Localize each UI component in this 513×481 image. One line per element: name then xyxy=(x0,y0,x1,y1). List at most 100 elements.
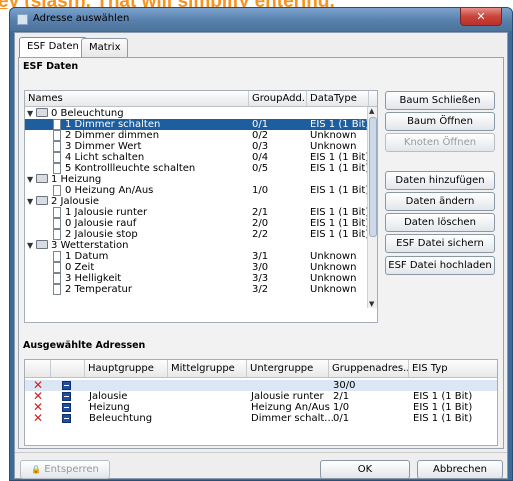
expand-toggle-icon[interactable]: ▼ xyxy=(27,196,33,207)
tree-item-row[interactable]: 0 Zeit 3/0 Unknown xyxy=(25,262,368,273)
close-button[interactable]: ✕ xyxy=(460,8,502,26)
cancel-button[interactable]: Abbrechen xyxy=(417,460,503,479)
tree-row-group-address: 3/0 xyxy=(252,262,269,273)
expand-toggle-icon[interactable]: ▼ xyxy=(27,174,33,185)
document-icon xyxy=(53,262,61,273)
col-untergruppe[interactable]: Untergruppe xyxy=(247,360,329,377)
unlock-button[interactable]: 🔒 Entsperren xyxy=(20,460,110,479)
group-address-icon xyxy=(62,392,71,401)
esf-action-button[interactable]: Knoten Öffnen xyxy=(385,133,495,152)
cell-typ: EIS 1 (1 Bit) xyxy=(413,391,473,402)
tree-item-row[interactable]: 0 Jalousie rauf 2/0 EIS 1 (1 Bit) xyxy=(25,218,370,229)
selected-address-row[interactable]: ✕ Beleuchtung Dimmer schalt... 0/1 EIS 1 (1 … xyxy=(25,412,497,424)
tree-item-row[interactable]: 1 Dimmer schalten 0/1 EIS 1 (1 Bit) xyxy=(25,119,370,130)
tree-folder-row[interactable]: ▼ 2 Jalousie xyxy=(25,196,368,207)
tree-item-row[interactable]: 5 Kontrollleuchte schalten 0/5 EIS 1 (1 Bi… xyxy=(25,163,370,174)
tree-row-datatype: Unknown xyxy=(310,130,357,141)
ok-button[interactable]: OK xyxy=(320,460,410,479)
esf-action-button[interactable]: Daten ändern xyxy=(385,192,495,211)
scroll-down-icon[interactable]: ▼ xyxy=(369,300,374,308)
cell-unter: Jalousie runter xyxy=(251,391,324,402)
tree-row-group-address: 3/1 xyxy=(252,251,269,262)
cell-unter: Heizung An/Aus xyxy=(251,402,330,413)
group-address-icon xyxy=(62,414,71,423)
tree-item-row[interactable]: 1 Jalousie runter 2/1 EIS 1 (1 Bit) xyxy=(25,207,369,218)
document-icon xyxy=(53,218,61,229)
selected-address-row[interactable]: ✕ 30/0 xyxy=(25,379,497,391)
esf-action-button[interactable]: Baum Öffnen xyxy=(385,112,495,131)
col-eis-typ[interactable]: EIS Typ xyxy=(409,360,497,377)
selected-address-row[interactable]: ✕ Heizung Heizung An/Aus 1/0 EIS 1 (1 Bit) xyxy=(25,401,497,413)
tree-folder-row[interactable]: ▼ 1 Heizung xyxy=(25,174,368,185)
tree-row-datatype: EIS 1 (1 Bit) xyxy=(310,119,370,130)
document-icon xyxy=(53,163,61,174)
expand-toggle-icon[interactable]: ▼ xyxy=(27,240,33,251)
esf-action-button[interactable]: Daten hinzufügen xyxy=(385,171,495,190)
document-icon xyxy=(53,229,61,240)
tree-item-row[interactable]: 2 Dimmer dimmen 0/2 Unknown xyxy=(25,130,368,141)
tree-row-name: 1 Heizung xyxy=(51,174,102,185)
tree-row-datatype: EIS 1 (1 Bit) xyxy=(310,163,370,174)
col-mittelgruppe[interactable]: Mittelgruppe xyxy=(168,360,247,377)
dialog-window: Adresse auswählen ✕ ESF Daten Matrix ESF… xyxy=(9,7,513,481)
tree-row-name: 2 Jalousie stop xyxy=(65,229,138,240)
tree-row-datatype: Unknown xyxy=(310,262,357,273)
tree-row-name: 0 Beleuchtung xyxy=(51,108,124,119)
folder-icon xyxy=(36,240,48,249)
tree-item-row[interactable]: 2 Temperatur 3/2 Unknown xyxy=(25,284,368,295)
tree-folder-row[interactable]: ▼ 0 Beleuchtung xyxy=(25,108,368,119)
tree-item-row[interactable]: 2 Jalousie stop 2/2 EIS 1 (1 Bit) xyxy=(25,229,370,240)
tree-folder-row[interactable]: ▼ 3 Wetterstation xyxy=(25,240,368,251)
tree-item-row[interactable]: 4 Licht schalten 0/4 EIS 1 (1 Bit) xyxy=(25,152,370,163)
expand-toggle-icon[interactable]: ▼ xyxy=(27,108,33,119)
tree-item-row[interactable]: 3 Helligkeit 3/3 Unknown xyxy=(25,273,368,284)
esf-action-button[interactable]: Baum Schließen xyxy=(385,91,495,110)
col-names[interactable]: Names xyxy=(25,91,249,106)
title-bar[interactable]: Adresse auswählen ✕ xyxy=(10,8,512,31)
dialog-content: ESF Daten Matrix ESF Daten Names GroupAd… xyxy=(14,32,508,479)
tree-row-datatype: EIS 1 (1 Bit) xyxy=(310,229,370,240)
unlock-label: Entsperren xyxy=(44,464,99,475)
scroll-thumb[interactable] xyxy=(369,117,377,237)
cell-haupt: Jalousie xyxy=(89,391,128,402)
document-icon xyxy=(53,141,61,152)
tab-esf-daten[interactable]: ESF Daten xyxy=(19,37,87,58)
tree-item-row[interactable]: 3 Dimmer Wert 0/3 Unknown xyxy=(25,141,368,152)
tree-item-row[interactable]: 1 Datum 3/1 Unknown xyxy=(25,251,368,262)
esf-tree-table: Names GroupAdd... DataType ▼ 0 Beleuchtun… xyxy=(24,90,378,323)
esf-scrollbar[interactable]: ▲ ▼ xyxy=(367,107,377,308)
scroll-up-icon[interactable]: ▲ xyxy=(369,107,374,115)
tree-row-name: 2 Temperatur xyxy=(65,284,132,295)
cell-haupt: Heizung xyxy=(89,402,130,413)
remove-icon[interactable]: ✕ xyxy=(33,412,43,424)
selected-address-row[interactable]: ✕ Jalousie Jalousie runter 2/1 EIS 1 (1 Bit) xyxy=(25,390,497,402)
tree-row-datatype: EIS 1 (1 Bit) xyxy=(310,152,370,163)
esf-table-header: Names GroupAdd... DataType xyxy=(25,91,377,107)
folder-icon xyxy=(36,174,48,183)
tab-matrix[interactable]: Matrix xyxy=(81,38,129,58)
tree-row-name: 2 Dimmer dimmen xyxy=(65,130,160,141)
group-address-icon xyxy=(62,381,71,390)
esf-action-button[interactable]: ESF Datei hochladen xyxy=(385,256,495,275)
esf-action-button[interactable]: Daten löschen xyxy=(385,213,495,232)
col-groupaddress[interactable]: GroupAdd... xyxy=(249,91,307,106)
tree-row-datatype: EIS 1 (1 Bit) xyxy=(310,218,370,229)
tree-row-group-address: 0/4 xyxy=(252,152,269,163)
col-datatype[interactable]: DataType xyxy=(307,91,369,106)
tree-row-datatype: Unknown xyxy=(310,284,357,295)
folder-icon xyxy=(36,196,48,205)
esf-action-button[interactable]: ESF Datei sichern xyxy=(385,234,495,253)
app-icon xyxy=(17,14,28,25)
tree-row-name: 0 Jalousie rauf xyxy=(65,218,137,229)
group-address-icon xyxy=(62,403,71,412)
folder-icon xyxy=(36,108,48,117)
col-hauptgruppe[interactable]: Hauptgruppe xyxy=(85,360,168,377)
document-icon xyxy=(53,130,61,141)
col-gruppenadresse[interactable]: Gruppenadres... xyxy=(329,360,409,377)
tree-row-group-address: 0/3 xyxy=(252,141,269,152)
selected-table-header: Hauptgruppe Mittelgruppe Untergruppe Gru… xyxy=(25,360,497,378)
cell-adresse: 1/0 xyxy=(333,402,350,413)
tree-item-row[interactable]: 0 Heizung An/Aus 1/0 EIS 1 (1 Bit) xyxy=(25,185,369,196)
tree-row-name: 3 Helligkeit xyxy=(65,273,122,284)
cell-typ: EIS 1 (1 Bit) xyxy=(413,402,473,413)
